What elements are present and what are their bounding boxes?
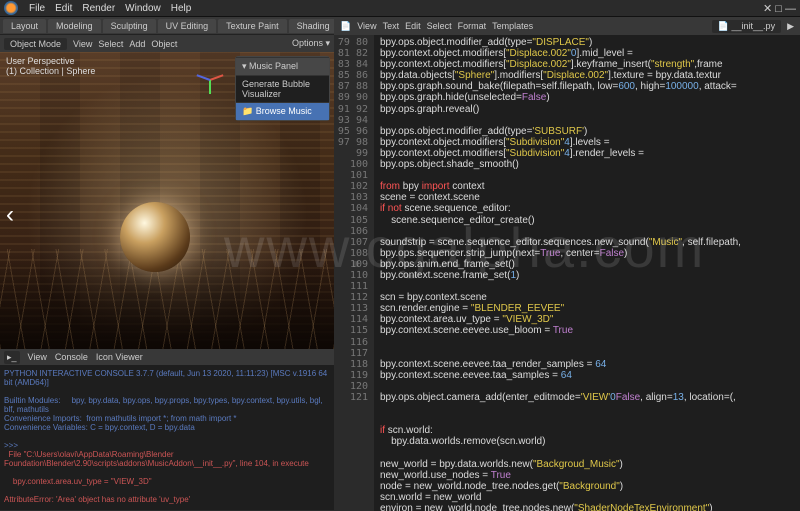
run-script-button[interactable]: ▶ bbox=[787, 21, 794, 32]
tab-sculpting[interactable]: Sculpting bbox=[103, 19, 156, 33]
left-panel: Object Mode View Select Add Object Optio… bbox=[0, 35, 334, 511]
viewport-menu-select[interactable]: Select bbox=[98, 39, 123, 49]
viewport-menu-add[interactable]: Add bbox=[129, 39, 145, 49]
python-console[interactable]: PYTHON INTERACTIVE CONSOLE 3.7.7 (defaul… bbox=[0, 365, 334, 510]
tab-layout[interactable]: Layout bbox=[3, 19, 46, 33]
console-menu-view[interactable]: View bbox=[28, 352, 47, 362]
mode-selector[interactable]: Object Mode bbox=[4, 38, 67, 50]
editor-menu-edit[interactable]: Edit bbox=[405, 21, 421, 31]
filename-label[interactable]: 📄 __init__.py bbox=[712, 20, 781, 33]
blender-logo-icon bbox=[4, 1, 18, 15]
tab-shading[interactable]: Shading bbox=[289, 19, 338, 33]
viewport-header: Object Mode View Select Add Object Optio… bbox=[0, 35, 334, 52]
main-menubar: File Edit Render Window Help bbox=[0, 0, 800, 17]
options-dropdown[interactable]: Options ▾ bbox=[292, 38, 330, 49]
3d-viewport[interactable]: User Perspective (1) Collection | Sphere… bbox=[0, 52, 334, 349]
editor-type-icon[interactable]: 📄 bbox=[340, 21, 351, 32]
console-menu-icon-viewer[interactable]: Icon Viewer bbox=[96, 352, 143, 362]
text-editor-panel: 📄 View Text Edit Select Format Templates… bbox=[334, 35, 800, 511]
viewport-collection-label: (1) Collection | Sphere bbox=[6, 66, 95, 76]
window-close-icon[interactable]: ✕ □ — bbox=[763, 2, 796, 15]
panel-title: ▾ Music Panel bbox=[236, 57, 329, 75]
tab-uv-editing[interactable]: UV Editing bbox=[158, 19, 217, 33]
viewport-info-overlay: User Perspective (1) Collection | Sphere bbox=[6, 56, 95, 76]
tab-modeling[interactable]: Modeling bbox=[48, 19, 101, 33]
editor-menu-text[interactable]: Text bbox=[383, 21, 400, 31]
menu-file[interactable]: File bbox=[24, 3, 50, 14]
code-editor[interactable]: bpy.ops.object.modifier_add(type="DISPLA… bbox=[374, 35, 800, 511]
menu-help[interactable]: Help bbox=[166, 3, 197, 14]
menu-window[interactable]: Window bbox=[120, 3, 166, 14]
text-editor-toolbar: 📄 View Text Edit Select Format Templates… bbox=[334, 17, 800, 35]
line-number-gutter: 79 80 81 82 83 84 85 86 87 88 89 90 91 9… bbox=[334, 35, 374, 511]
console-menu-console[interactable]: Console bbox=[55, 352, 88, 362]
music-panel-popup: ▾ Music Panel Generate Bubble Visualizer… bbox=[235, 56, 330, 121]
tab-texture-paint[interactable]: Texture Paint bbox=[218, 19, 287, 33]
console-editor-type-icon[interactable]: ▸_ bbox=[4, 351, 20, 364]
editor-menu-templates[interactable]: Templates bbox=[492, 21, 533, 31]
viewport-sphere-object[interactable] bbox=[120, 202, 190, 272]
editor-menu-view[interactable]: View bbox=[357, 21, 376, 31]
chevron-left-icon[interactable]: ‹ bbox=[6, 201, 14, 229]
viewport-menu-view[interactable]: View bbox=[73, 39, 92, 49]
viewport-perspective-label: User Perspective bbox=[6, 56, 95, 66]
menu-edit[interactable]: Edit bbox=[50, 3, 77, 14]
editor-menu-format[interactable]: Format bbox=[458, 21, 487, 31]
navigation-gizmo[interactable] bbox=[191, 60, 229, 98]
editor-menu-select[interactable]: Select bbox=[427, 21, 452, 31]
generate-bubble-visualizer-button[interactable]: Generate Bubble Visualizer bbox=[236, 75, 329, 102]
console-header: ▸_ View Console Icon Viewer bbox=[0, 349, 334, 365]
menu-render[interactable]: Render bbox=[77, 3, 120, 14]
browse-music-button[interactable]: 📁 Browse Music bbox=[236, 102, 329, 120]
viewport-menu-object[interactable]: Object bbox=[151, 39, 177, 49]
